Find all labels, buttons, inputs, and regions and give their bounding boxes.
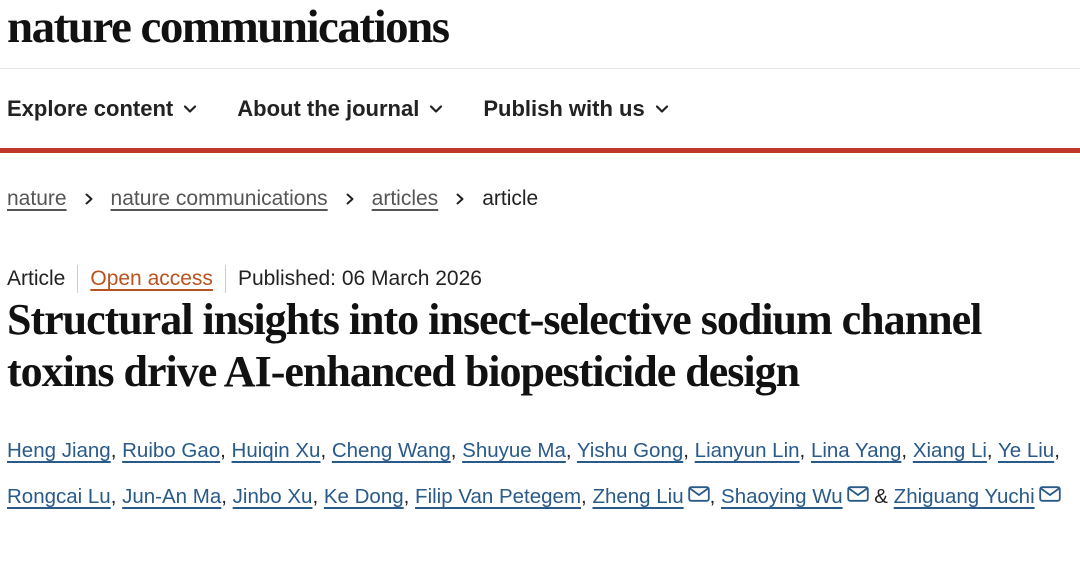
author-separator: ,: [581, 485, 593, 508]
chevron-right-icon: [85, 193, 93, 205]
nav-publish-with-us[interactable]: Publish with us: [483, 96, 668, 122]
author-link[interactable]: Jun-An Ma: [122, 485, 221, 508]
article-title: Structural insights into insect-selectiv…: [7, 295, 982, 396]
author-link[interactable]: Yishu Gong: [577, 439, 683, 462]
header-divider: [0, 68, 1080, 69]
author-separator: ,: [450, 439, 463, 462]
author-link[interactable]: Ye Liu: [998, 439, 1054, 462]
author-link[interactable]: Shuyue Ma: [462, 439, 566, 462]
mail-icon[interactable]: [846, 486, 869, 502]
mail-icon[interactable]: [687, 486, 710, 502]
author-list: Heng Jiang, Ruibo Gao, Huiqin Xu, Cheng …: [7, 428, 1079, 520]
author-separator: ,: [901, 439, 913, 462]
author-link[interactable]: Shaoying Wu: [721, 485, 843, 508]
chevron-down-icon: [184, 105, 197, 113]
meta-divider: [77, 265, 79, 293]
author-separator: ,: [709, 485, 722, 508]
author-item: Cheng Wang: [332, 439, 451, 462]
accent-bar: [0, 148, 1080, 153]
author-separator: ,: [1054, 439, 1060, 462]
author-item: Shaoying Wu: [721, 485, 869, 508]
author-link[interactable]: Huiqin Xu: [232, 439, 321, 462]
author-item: Jun-An Ma: [122, 485, 221, 508]
author-link[interactable]: Lianyun Lin: [695, 439, 800, 462]
author-link[interactable]: Cheng Wang: [332, 439, 451, 462]
author-link[interactable]: Filip Van Petegem: [415, 485, 581, 508]
author-item: Shuyue Ma: [462, 439, 566, 462]
breadcrumb-current: article: [482, 187, 539, 210]
author-separator: ,: [312, 485, 324, 508]
author-link[interactable]: Ke Dong: [324, 485, 404, 508]
author-item: Zheng Liu: [592, 485, 710, 508]
author-item: Xiang Li: [913, 439, 987, 462]
breadcrumb-link-nature[interactable]: nature: [7, 187, 67, 211]
article-meta: Article Open access Published: 06 March …: [7, 264, 482, 294]
author-item: Heng Jiang: [7, 439, 111, 462]
author-link[interactable]: Zheng Liu: [592, 485, 683, 508]
author-item: Zhiguang Yuchi: [894, 485, 1061, 508]
author-link[interactable]: Lina Yang: [811, 439, 901, 462]
author-link[interactable]: Heng Jiang: [7, 439, 111, 462]
nav-item-label: About the journal: [237, 96, 420, 121]
site-logo[interactable]: nature communications: [7, 0, 450, 56]
author-link[interactable]: Rongcai Lu: [7, 485, 111, 508]
nav-explore-content[interactable]: Explore content: [7, 96, 197, 122]
breadcrumb-link-articles[interactable]: articles: [372, 187, 439, 211]
meta-divider: [224, 265, 226, 293]
author-separator: ,: [403, 485, 416, 508]
chevron-down-icon: [655, 105, 668, 113]
nav-item-label: Publish with us: [483, 96, 645, 121]
author-item: Lianyun Lin: [695, 439, 800, 462]
chevron-right-icon: [346, 193, 354, 205]
author-separator: ,: [799, 439, 811, 462]
author-item: Filip Van Petegem: [415, 485, 581, 508]
author-item: Lina Yang: [811, 439, 901, 462]
author-separator: ,: [221, 485, 233, 508]
main-nav: Explore content About the journal Publis…: [7, 92, 709, 126]
author-item: Ye Liu: [998, 439, 1054, 462]
author-link[interactable]: Ruibo Gao: [122, 439, 220, 462]
open-access-link[interactable]: Open access: [90, 267, 213, 291]
chevron-right-icon: [456, 193, 464, 205]
article-type: Article: [7, 267, 66, 290]
author-separator: ,: [986, 439, 998, 462]
breadcrumb-link-nature-communications[interactable]: nature communications: [111, 187, 328, 211]
author-separator: ,: [683, 439, 695, 462]
author-separator: ,: [110, 439, 123, 462]
nav-about-the-journal[interactable]: About the journal: [237, 96, 443, 122]
author-item: Rongcai Lu: [7, 485, 111, 508]
nav-item-label: Explore content: [7, 96, 174, 121]
author-separator: ,: [220, 439, 232, 462]
author-separator: ,: [565, 439, 577, 462]
published-date: Published: 06 March 2026: [237, 267, 482, 290]
author-item: Jinbo Xu: [233, 485, 313, 508]
chevron-down-icon: [430, 105, 443, 113]
author-conjunction: &: [868, 485, 894, 508]
author-separator: ,: [320, 439, 332, 462]
mail-icon[interactable]: [1038, 486, 1061, 502]
breadcrumb: nature nature communications articles ar…: [7, 184, 538, 214]
author-link[interactable]: Jinbo Xu: [233, 485, 313, 508]
author-item: Ke Dong: [324, 485, 404, 508]
author-item: Huiqin Xu: [232, 439, 321, 462]
author-item: Ruibo Gao: [122, 439, 220, 462]
author-separator: ,: [110, 485, 123, 508]
author-link[interactable]: Zhiguang Yuchi: [894, 485, 1035, 508]
author-item: Yishu Gong: [577, 439, 683, 462]
author-link[interactable]: Xiang Li: [913, 439, 987, 462]
